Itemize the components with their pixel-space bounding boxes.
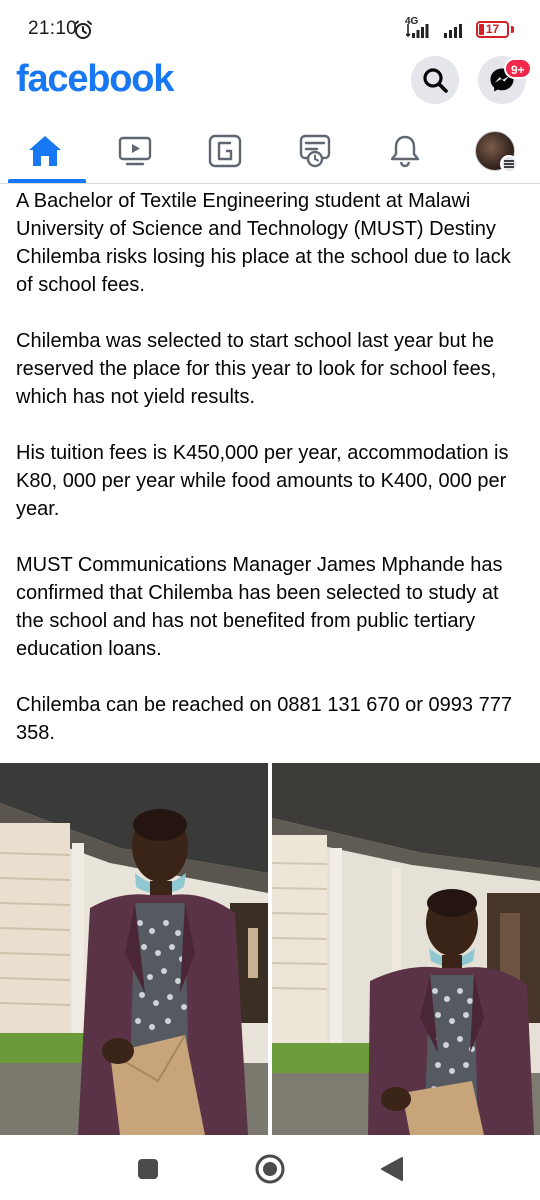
status-bar: 21:10 4G 17 <box>0 0 540 58</box>
post-paragraph: MUST Communications Manager James Mphand… <box>16 554 503 660</box>
post-paragraph: His tuition fees is K450,000 per year, a… <box>16 442 509 520</box>
battery-percent: 17 <box>485 22 500 36</box>
messenger-badge: 9+ <box>504 58 532 79</box>
tab-notifications[interactable] <box>360 120 450 182</box>
post-body: A Bachelor of Textile Engineering studen… <box>16 187 528 747</box>
post-paragraph: A Bachelor of Textile Engineering studen… <box>16 190 511 296</box>
active-tab-indicator <box>8 179 86 183</box>
search-icon <box>423 68 448 93</box>
recents-button[interactable] <box>128 1151 168 1187</box>
tab-menu[interactable] <box>450 120 540 182</box>
home-circle-icon <box>255 1154 285 1184</box>
photo-1-image <box>0 763 268 1135</box>
back-button[interactable] <box>372 1151 412 1187</box>
gaming-icon <box>208 134 242 168</box>
back-triangle-icon <box>381 1157 403 1181</box>
search-button[interactable] <box>411 56 459 104</box>
post-paragraph: Chilemba can be reached on 0881 131 670 … <box>16 694 512 744</box>
profile-avatar-icon <box>475 131 518 173</box>
recents-square-icon <box>138 1159 158 1179</box>
post-photo-1[interactable] <box>0 763 268 1135</box>
home-icon <box>29 136 61 166</box>
alarm-icon <box>74 20 92 39</box>
signal-icon <box>444 24 462 38</box>
battery-tip <box>511 26 514 33</box>
menu-icon <box>500 155 518 173</box>
video-icon <box>118 136 152 166</box>
post-photo-2[interactable] <box>272 763 540 1135</box>
battery-icon: 17 <box>476 21 509 38</box>
system-nav-bar <box>0 1135 540 1200</box>
feeds-icon <box>299 134 331 168</box>
tab-bar <box>0 120 540 184</box>
bell-icon <box>390 135 420 168</box>
tab-gaming[interactable] <box>180 120 270 182</box>
tab-home[interactable] <box>0 120 90 182</box>
tab-video[interactable] <box>90 120 180 182</box>
post-paragraph: Chilemba was selected to start school la… <box>16 330 497 408</box>
tab-feeds[interactable] <box>270 120 360 182</box>
home-button[interactable] <box>250 1151 290 1187</box>
facebook-logo[interactable]: facebook <box>16 58 174 101</box>
status-time: 21:10 <box>28 18 78 39</box>
photo-2-image <box>272 763 540 1135</box>
signal-icon <box>406 24 429 38</box>
